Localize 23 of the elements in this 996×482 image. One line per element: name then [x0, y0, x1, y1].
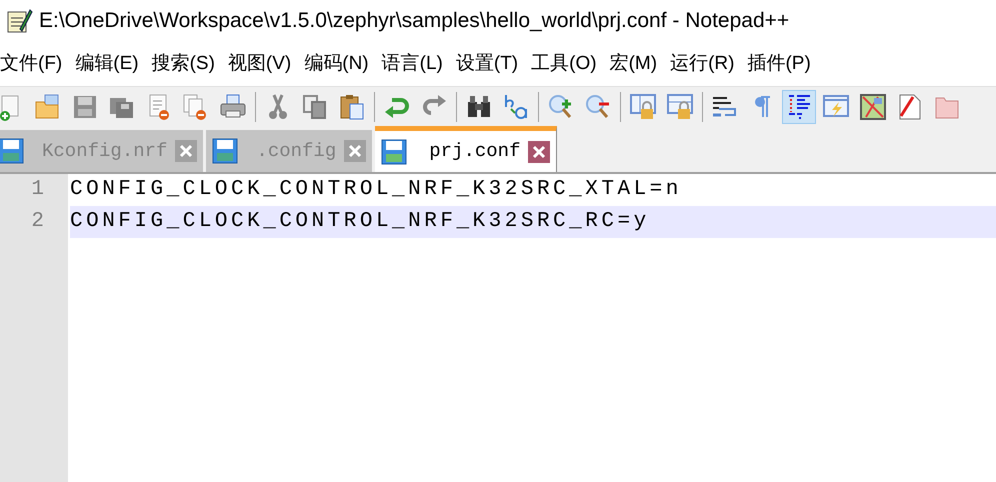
close-icon[interactable] [175, 140, 198, 162]
close-icon[interactable] [528, 140, 550, 162]
map-icon [858, 92, 888, 122]
line-number: 1 [30, 177, 45, 204]
window-lock-icon [628, 92, 658, 122]
close-icon[interactable] [344, 140, 366, 162]
menu-item[interactable]: 编码(N) [304, 50, 369, 78]
window-lock-icon [665, 92, 695, 122]
notepad-icon [5, 7, 33, 35]
menu-item[interactable]: 语言(L) [382, 50, 443, 78]
menu-item[interactable]: 文件(F) [0, 50, 62, 78]
menu-item[interactable]: 运行(R) [670, 50, 734, 78]
menu-item[interactable]: 搜索(S) [152, 50, 215, 78]
menu-item[interactable]: 宏(M) [610, 50, 658, 78]
file-tab[interactable]: prj.conf [375, 126, 558, 172]
menu-item[interactable]: 工具(O) [531, 50, 597, 78]
toolbar-button[interactable] [782, 90, 816, 124]
menu-item[interactable]: 设置(T) [456, 50, 518, 78]
menu-item[interactable]: 视图(V) [228, 50, 292, 78]
window-title: E:\OneDrive\Workspace\v1.5.0\zephyr\samples\hello_world\prj.conf - Notepad++ [39, 8, 790, 34]
menu-item[interactable]: 编辑(E) [75, 50, 139, 78]
line-number: 2 [30, 209, 45, 236]
menu-item[interactable]: 插件(P) [747, 50, 811, 78]
